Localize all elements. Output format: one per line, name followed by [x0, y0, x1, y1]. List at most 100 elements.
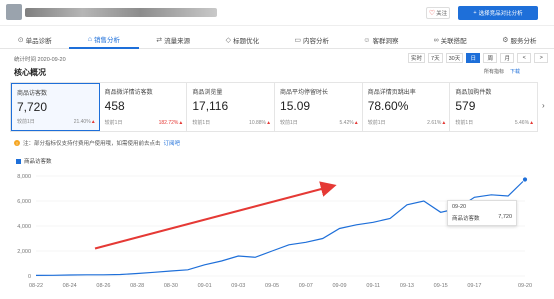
card-label: 商品加购件数 [455, 90, 492, 96]
y-tick-label: 8,000 [17, 174, 31, 180]
compare-competitor-button[interactable]: + 选择竞品对比分析 [458, 6, 538, 20]
card-value: 15.09 [280, 99, 311, 113]
core-links: 所有指标 下载 [484, 68, 520, 75]
link-icon: ∞ [433, 36, 439, 44]
arrow-up-icon: ▲ [178, 120, 184, 126]
range-selector: 实时 7天 30天 日 周 月 < > [408, 53, 549, 63]
metric-card-micro-visitors[interactable]: 商品微详情访客数 458 较前1日 182.72% ▲ [100, 83, 188, 131]
service-icon: ⚙ [502, 37, 509, 44]
card-compare: 较前1日 [367, 120, 386, 126]
metric-card-avg-stay[interactable]: 商品平均停留时长 15.09 较前1日 5.42% ▲ [275, 83, 363, 131]
prev-date-button[interactable]: < [517, 53, 532, 63]
x-tick-label: 09-01 [198, 283, 212, 289]
card-value: 7,720 [17, 100, 48, 114]
x-tick-label: 09-20 [518, 283, 532, 289]
product-title-blurred [25, 8, 217, 17]
range-7d-button[interactable]: 7天 [428, 53, 443, 63]
metric-card-pageviews[interactable]: 商品浏览量 17,116 较前1日 10.88% ▲ [187, 83, 276, 131]
arrow-up-icon: ▲ [529, 120, 535, 126]
card-compare: 较前1日 [104, 120, 123, 126]
chevron-right-icon[interactable]: › [542, 101, 545, 110]
tab-label: 流量来源 [164, 38, 191, 45]
tab-audience[interactable]: ☺ 客群洞察 [346, 31, 415, 49]
card-label: 商品微详情访客数 [104, 90, 153, 96]
x-tick-label: 08-24 [63, 283, 77, 289]
tab-label: 客群洞察 [372, 38, 399, 45]
card-label: 商品详情页跳出率 [367, 90, 416, 96]
card-value: 78.60% [367, 99, 409, 113]
plus-icon: + [473, 10, 477, 16]
card-compare: 较前1日 [455, 120, 474, 126]
content-icon: ▭ [294, 37, 301, 44]
sales-icon: ⌂ [87, 35, 92, 43]
x-tick-label: 09-11 [366, 283, 380, 289]
card-compare: 较前1日 [192, 120, 211, 126]
annotation-arrow [94, 181, 337, 250]
series-line [35, 179, 526, 276]
card-label: 商品平均停留时长 [280, 90, 329, 96]
subscribe-link[interactable]: 订阅吧 [164, 139, 181, 147]
core-overview-title: 核心概况 [14, 68, 46, 77]
tab-label: 标题优化 [233, 38, 260, 45]
x-tick-label: 08-28 [130, 283, 144, 289]
follow-button[interactable]: ♡ 关注 [426, 7, 450, 19]
traffic-icon: ⇄ [156, 37, 163, 44]
y-tick-label: 2,000 [17, 249, 31, 255]
chart-tooltip: 09-20 商品访客数 7,720 [447, 200, 517, 226]
metric-cards: 商品访客数 7,720 较前1日 21.40% ▲ 商品微详情访客数 458 较… [10, 82, 538, 132]
tab-link[interactable]: ∞ 关联搭配 [416, 31, 485, 49]
x-tick-label: 09-13 [400, 283, 414, 289]
card-label: 商品浏览量 [192, 90, 223, 96]
x-tick-label: 08-26 [96, 283, 110, 289]
warning-icon: ! [14, 140, 20, 146]
metric-card-bounce-rate[interactable]: 商品详情页跳出率 78.60% 较前1日 2.61% ▲ [363, 83, 451, 131]
metric-card-cart-items[interactable]: 商品加购件数 579 较前1日 5.46% ▲ [450, 83, 537, 131]
audience-icon: ☺ [363, 36, 371, 44]
tab-label: 内容分析 [302, 38, 329, 45]
range-realtime-button[interactable]: 实时 [408, 53, 426, 63]
download-link[interactable]: 下载 [510, 68, 520, 75]
tooltip-date: 09-20 [452, 204, 467, 210]
tab-traffic[interactable]: ⇄ 流量来源 [139, 31, 208, 49]
range-month-button[interactable]: 月 [500, 53, 515, 63]
tab-title[interactable]: ◇ 标题优化 [208, 31, 277, 49]
follow-label: 关注 [436, 11, 448, 17]
x-tick-label: 09-09 [332, 283, 346, 289]
notice-bar: ! 注：部分指标仅支持付费用户使用哦，如需使用前去点击 订阅吧 [14, 139, 180, 147]
data-point [522, 176, 528, 183]
tab-diagnosis[interactable]: ⊙ 单品诊断 [0, 31, 69, 49]
tab-service[interactable]: ⚙ 服务分析 [485, 31, 554, 49]
x-tick-label: 09-07 [299, 283, 313, 289]
tab-label: 销售分析 [93, 37, 120, 44]
card-value: 458 [104, 99, 125, 113]
range-week-button[interactable]: 周 [483, 53, 498, 63]
range-30d-button[interactable]: 30天 [445, 53, 464, 63]
next-date-button[interactable]: > [534, 53, 549, 63]
product-thumbnail[interactable] [6, 4, 22, 20]
x-tick-label: 09-03 [231, 283, 245, 289]
heart-icon: ♡ [428, 9, 436, 17]
x-tick-label: 09-05 [265, 283, 279, 289]
x-tick-label: 08-30 [164, 283, 178, 289]
card-label: 商品访客数 [17, 91, 48, 97]
tab-label: 关联搭配 [440, 38, 467, 45]
analysis-tabs: ⊙ 单品诊断 ⌂ 销售分析 ⇄ 流量来源 ◇ 标题优化 ▭ 内容分析 ☺ 客群洞察 ∞ 关联搭… [0, 31, 554, 49]
tab-content[interactable]: ▭ 内容分析 [277, 31, 346, 49]
range-day-button[interactable]: 日 [466, 53, 481, 63]
time-filter-row: 统计时间 2020-09-20 实时 7天 30天 日 周 月 < > [0, 52, 554, 66]
card-percent: 5.46% [514, 120, 530, 126]
arrow-up-icon: ▲ [90, 119, 96, 125]
card-percent: 21.40% [73, 119, 91, 125]
page-header: ♡ 关注 + 选择竞品对比分析 [0, 0, 554, 26]
tooltip-series: 商品访客数 [452, 216, 480, 222]
card-value: 579 [455, 99, 476, 113]
all-metrics-link[interactable]: 所有指标 [484, 68, 504, 75]
card-percent: 5.42% [339, 120, 354, 126]
tab-sales[interactable]: ⌂ 销售分析 [69, 31, 139, 49]
visitors-line-chart[interactable]: 0 2,000 4,000 6,000 8,000 08-22 08-24 08-26 08-… [0, 164, 554, 299]
metric-card-visitors[interactable]: 商品访客数 7,720 较前1日 21.40% ▲ [11, 83, 100, 131]
y-tick-label: 4,000 [17, 224, 31, 230]
y-tick-label: 6,000 [17, 199, 31, 205]
y-tick-label: 0 [28, 274, 31, 280]
notice-message: 注：部分指标仅支持付费用户使用哦，如需使用前去点击 [23, 141, 161, 147]
